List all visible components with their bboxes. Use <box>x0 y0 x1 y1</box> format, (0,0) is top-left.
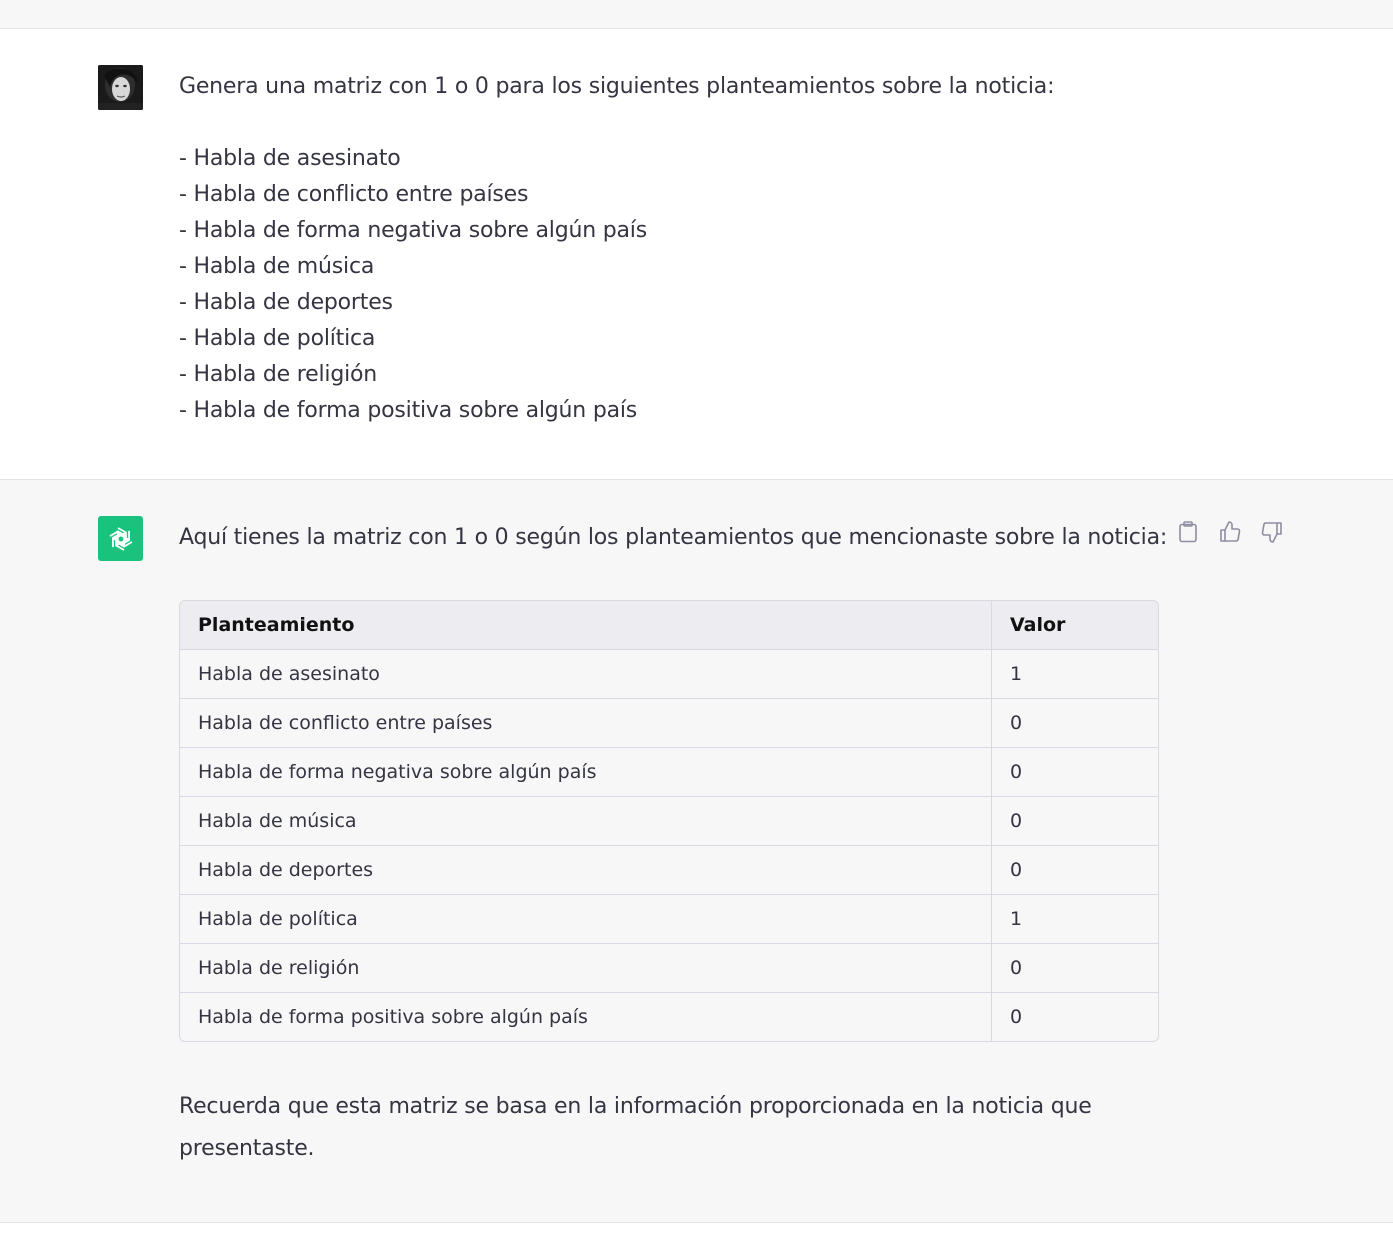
table-cell: 0 <box>991 796 1158 846</box>
table-cell: Habla de conflicto entre países <box>180 698 992 748</box>
user-message-item: - Habla de música <box>179 254 375 279</box>
user-message-item: - Habla de forma positiva sobre algún pa… <box>179 398 638 423</box>
message-actions <box>1176 520 1284 544</box>
matrix-table: Planteamiento Valor Habla de asesinato 1… <box>179 600 1159 1042</box>
table-cell: Habla de forma negativa sobre algún país <box>180 747 992 797</box>
table-cell: Habla de música <box>180 796 992 846</box>
table-row: Habla de conflicto entre países 0 <box>180 698 1158 748</box>
table-header-row: Planteamiento Valor <box>180 601 1158 650</box>
table-row: Habla de música 0 <box>180 796 1158 846</box>
table-cell: 1 <box>991 894 1158 944</box>
table-cell: 0 <box>991 747 1158 797</box>
table-row: Habla de asesinato 1 <box>180 649 1158 699</box>
top-bar <box>0 0 1393 29</box>
user-message-item: - Habla de forma negativa sobre algún pa… <box>179 218 647 243</box>
user-message: Genera una matriz con 1 o 0 para los sig… <box>0 29 1393 480</box>
openai-logo-icon <box>98 516 143 561</box>
user-message-item: - Habla de religión <box>179 362 378 387</box>
table-cell: 0 <box>1010 1006 1023 1028</box>
table-row: Habla de política 1 <box>180 894 1158 944</box>
table-row: Habla de forma positiva sobre algún país… <box>180 992 1158 1041</box>
user-message-intro: Genera una matriz con 1 o 0 para los sig… <box>179 74 1055 99</box>
table-row: Habla de deportes 0 <box>180 845 1158 895</box>
table-cell: Habla de asesinato <box>180 649 992 699</box>
user-message-item: - Habla de política <box>179 326 376 351</box>
table-cell: 1 <box>991 649 1158 699</box>
user-message-item: - Habla de conflicto entre países <box>179 182 529 207</box>
thumbs-down-icon[interactable] <box>1260 520 1284 544</box>
table-row: Habla de religión 0 <box>180 943 1158 993</box>
user-message-item: - Habla de asesinato <box>179 146 401 171</box>
column-header-planteamiento: Planteamiento <box>180 601 992 650</box>
user-message-item: - Habla de deportes <box>179 290 393 315</box>
assistant-message: Aquí tienes la matriz con 1 o 0 según lo… <box>0 480 1393 1223</box>
clipboard-icon[interactable] <box>1176 520 1200 544</box>
table-cell: Habla de política <box>180 894 992 944</box>
table-cell: 0 <box>991 698 1158 748</box>
user-avatar <box>98 65 143 110</box>
table-cell: Habla de forma positiva sobre algún país <box>180 992 992 1041</box>
assistant-message-outro: Recuerda que esta matriz se basa en la i… <box>179 1094 1092 1161</box>
table-cell: Habla de religión <box>180 943 992 993</box>
table-row: Habla de forma negativa sobre algún país… <box>180 747 1158 797</box>
table-cell: 0 <box>991 845 1158 895</box>
column-header-valor: Valor <box>991 601 1158 650</box>
table-cell: 0 <box>991 943 1158 993</box>
assistant-message-intro: Aquí tienes la matriz con 1 o 0 según lo… <box>179 525 1168 550</box>
table-cell: Habla de deportes <box>180 845 992 895</box>
thumbs-up-icon[interactable] <box>1218 520 1242 544</box>
